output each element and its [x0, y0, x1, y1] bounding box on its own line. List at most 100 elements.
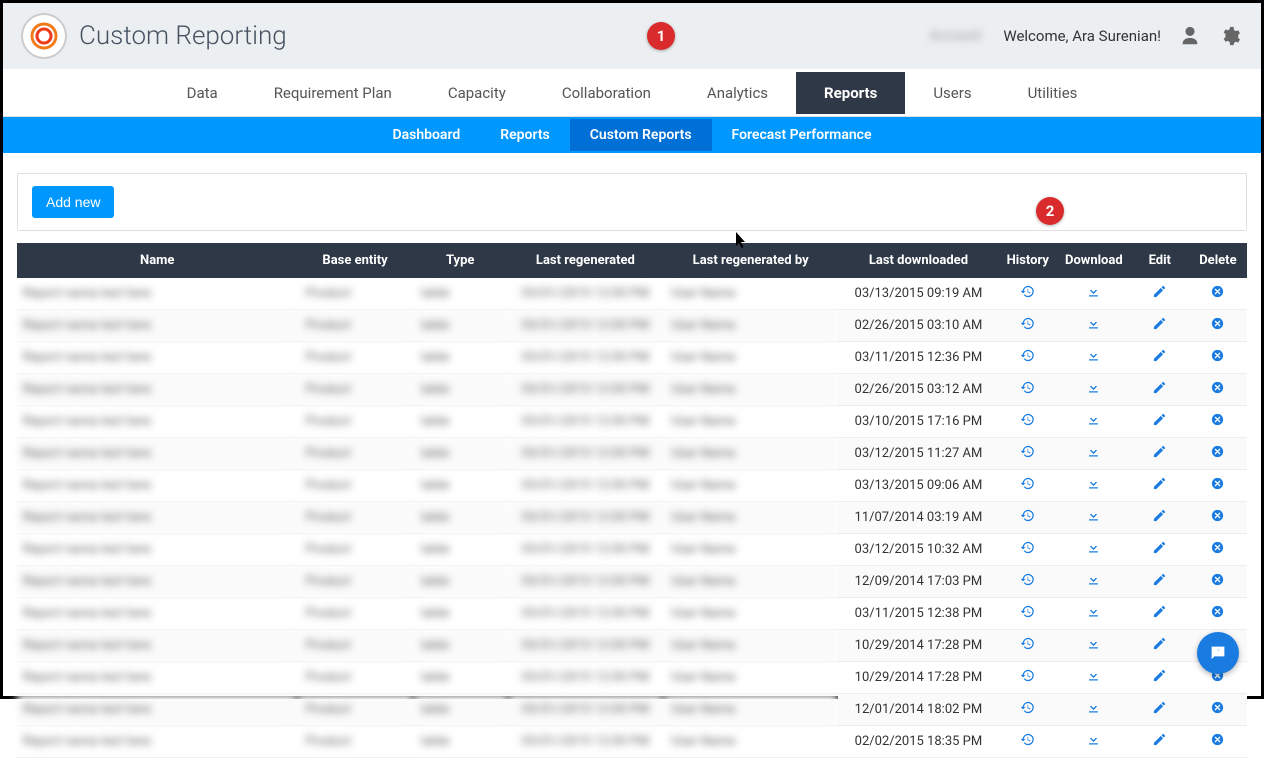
cell-last-regen-by: User Name [663, 278, 838, 310]
delete-icon[interactable] [1210, 512, 1225, 527]
cell-name: Report name text here [17, 726, 297, 758]
delete-icon[interactable] [1210, 288, 1225, 303]
edit-icon[interactable] [1152, 736, 1167, 751]
history-icon[interactable] [1020, 512, 1035, 527]
download-icon[interactable] [1086, 416, 1101, 431]
table-row: Report name text hereProducttable03/01/2… [17, 630, 1247, 662]
history-icon[interactable] [1020, 640, 1035, 655]
col-last-downloaded[interactable]: Last downloaded [838, 243, 998, 278]
cell-last-regen: 03/01/2015 12:00 PM [508, 566, 663, 598]
cell-type: table [413, 598, 508, 630]
delete-icon[interactable] [1210, 608, 1225, 623]
edit-icon[interactable] [1152, 416, 1167, 431]
col-history: History [999, 243, 1057, 278]
main-nav-requirement-plan[interactable]: Requirement Plan [246, 72, 420, 114]
edit-icon[interactable] [1152, 672, 1167, 687]
main-nav-collaboration[interactable]: Collaboration [534, 72, 679, 114]
history-icon[interactable] [1020, 736, 1035, 751]
col-type[interactable]: Type [413, 243, 508, 278]
cell-last-downloaded: 12/01/2014 18:02 PM [838, 694, 998, 726]
download-icon[interactable] [1086, 384, 1101, 399]
download-icon[interactable] [1086, 544, 1101, 559]
download-icon[interactable] [1086, 288, 1101, 303]
main-nav-analytics[interactable]: Analytics [679, 72, 796, 114]
main-nav-users[interactable]: Users [905, 72, 999, 114]
app-logo[interactable] [23, 15, 65, 57]
cell-last-downloaded: 02/26/2015 03:10 AM [838, 310, 998, 342]
main-nav-utilities[interactable]: Utilities [1000, 72, 1106, 114]
history-icon[interactable] [1020, 320, 1035, 335]
gear-icon[interactable] [1219, 25, 1241, 47]
edit-icon[interactable] [1152, 384, 1167, 399]
cell-base-entity: Product [297, 630, 412, 662]
cell-base-entity: Product [297, 310, 412, 342]
delete-icon[interactable] [1210, 672, 1225, 687]
history-icon[interactable] [1020, 608, 1035, 623]
cell-name: Report name text here [17, 278, 297, 310]
history-icon[interactable] [1020, 544, 1035, 559]
delete-icon[interactable] [1210, 352, 1225, 367]
edit-icon[interactable] [1152, 640, 1167, 655]
download-icon[interactable] [1086, 704, 1101, 719]
download-icon[interactable] [1086, 576, 1101, 591]
cell-last-regen-by: User Name [663, 534, 838, 566]
history-icon[interactable] [1020, 672, 1035, 687]
delete-icon[interactable] [1210, 704, 1225, 719]
download-icon[interactable] [1086, 320, 1101, 335]
add-new-button[interactable]: Add new [32, 186, 114, 218]
download-icon[interactable] [1086, 640, 1101, 655]
edit-icon[interactable] [1152, 704, 1167, 719]
delete-icon[interactable] [1210, 416, 1225, 431]
help-fab[interactable]: ? [1197, 632, 1239, 674]
history-icon[interactable] [1020, 288, 1035, 303]
edit-icon[interactable] [1152, 576, 1167, 591]
download-icon[interactable] [1086, 608, 1101, 623]
download-icon[interactable] [1086, 672, 1101, 687]
user-icon[interactable] [1179, 25, 1201, 47]
col-last-regenerated[interactable]: Last regenerated [508, 243, 663, 278]
sub-nav-dashboard[interactable]: Dashboard [372, 119, 480, 151]
edit-icon[interactable] [1152, 352, 1167, 367]
history-icon[interactable] [1020, 576, 1035, 591]
edit-icon[interactable] [1152, 288, 1167, 303]
cell-last-regen: 03/01/2015 12:00 PM [508, 694, 663, 726]
delete-icon[interactable] [1210, 448, 1225, 463]
download-icon[interactable] [1086, 480, 1101, 495]
edit-icon[interactable] [1152, 512, 1167, 527]
delete-icon[interactable] [1210, 320, 1225, 335]
delete-icon[interactable] [1210, 576, 1225, 591]
cell-last-regen: 03/01/2015 12:00 PM [508, 630, 663, 662]
delete-icon[interactable] [1210, 384, 1225, 399]
history-icon[interactable] [1020, 448, 1035, 463]
sub-nav-reports[interactable]: Reports [480, 119, 570, 151]
download-icon[interactable] [1086, 448, 1101, 463]
edit-icon[interactable] [1152, 448, 1167, 463]
history-icon[interactable] [1020, 352, 1035, 367]
download-icon[interactable] [1086, 352, 1101, 367]
edit-icon[interactable] [1152, 608, 1167, 623]
main-nav-reports[interactable]: Reports [796, 72, 905, 114]
delete-icon[interactable] [1210, 480, 1225, 495]
cell-name: Report name text here [17, 502, 297, 534]
history-icon[interactable] [1020, 384, 1035, 399]
delete-icon[interactable] [1210, 736, 1225, 751]
main-nav-data[interactable]: Data [159, 72, 246, 114]
delete-icon[interactable] [1210, 544, 1225, 559]
col-name[interactable]: Name [17, 243, 297, 278]
main-nav-capacity[interactable]: Capacity [420, 72, 534, 114]
cell-type: table [413, 534, 508, 566]
sub-nav-custom-reports[interactable]: Custom Reports [570, 119, 712, 151]
edit-icon[interactable] [1152, 320, 1167, 335]
cell-last-regen-by: User Name [663, 406, 838, 438]
history-icon[interactable] [1020, 416, 1035, 431]
history-icon[interactable] [1020, 480, 1035, 495]
download-icon[interactable] [1086, 736, 1101, 751]
col-last-regenerated-by[interactable]: Last regenerated by [663, 243, 838, 278]
cell-type: table [413, 726, 508, 758]
sub-nav-forecast-performance[interactable]: Forecast Performance [712, 119, 892, 151]
download-icon[interactable] [1086, 512, 1101, 527]
edit-icon[interactable] [1152, 544, 1167, 559]
history-icon[interactable] [1020, 704, 1035, 719]
edit-icon[interactable] [1152, 480, 1167, 495]
col-base-entity[interactable]: Base entity [297, 243, 412, 278]
